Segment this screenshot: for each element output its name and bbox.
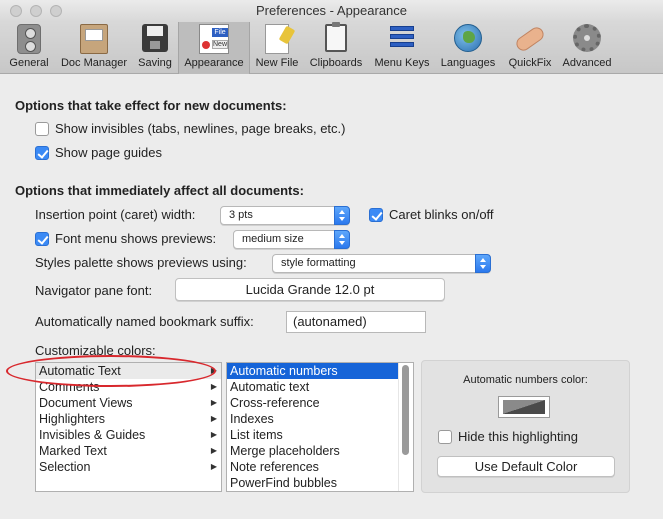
navigator-font-button[interactable]: Lucida Grande 12.0 pt — [175, 278, 445, 301]
chevron-right-icon: ▶ — [210, 430, 217, 439]
styles-palette-value: style formatting — [281, 257, 356, 269]
toolbar-saving[interactable]: Saving — [133, 22, 177, 74]
new-docs-section-title: Options that take effect for new documen… — [15, 98, 287, 113]
hide-highlighting-checkbox[interactable] — [438, 429, 452, 444]
color-swatch[interactable] — [498, 396, 550, 418]
popup-arrows-icon — [334, 206, 350, 225]
toolbar-label: Saving — [138, 57, 172, 69]
chevron-right-icon: ▶ — [210, 446, 217, 455]
show-invisibles-checkbox[interactable] — [35, 121, 49, 136]
appearance-icon-label-top: File — [212, 28, 228, 37]
navigator-font-label: Navigator pane font: — [35, 283, 153, 298]
window-title: Preferences - Appearance — [255, 3, 408, 18]
caret-blinks-label: Caret blinks on/off — [389, 207, 494, 222]
toolbar-label: Languages — [440, 57, 496, 69]
toolbar-label: Appearance — [184, 57, 244, 69]
hide-highlighting-row[interactable]: Hide this highlighting — [438, 429, 578, 444]
color-settings-panel: Automatic numbers color: Hide this highl… — [421, 360, 630, 493]
title-bar: Preferences - Appearance — [0, 0, 663, 22]
saving-icon — [142, 24, 168, 52]
toolbar-advanced[interactable]: Advanced — [558, 22, 616, 74]
font-previews-checkbox[interactable] — [35, 231, 49, 246]
toolbar-label: General — [9, 57, 49, 69]
bandage-icon — [513, 24, 547, 54]
color-label: Automatic numbers color: — [463, 374, 588, 386]
chevron-right-icon: ▶ — [210, 414, 217, 423]
all-docs-section-title: Options that immediately affect all docu… — [15, 183, 304, 198]
list-item[interactable]: Cross-reference — [227, 395, 413, 411]
globe-icon — [454, 24, 482, 52]
list-item[interactable]: Indexes — [227, 411, 413, 427]
font-previews-label: Font menu shows previews: — [55, 231, 217, 246]
toolbar-label: Doc Manager — [60, 57, 128, 69]
new-file-icon — [265, 24, 289, 54]
doc-manager-icon — [80, 24, 108, 54]
general-icon — [17, 24, 41, 54]
toolbar-label: Advanced — [562, 57, 612, 69]
toolbar-menu-keys[interactable]: Menu Keys — [370, 22, 434, 74]
preferences-toolbar: General Doc Manager Saving File New Appe… — [0, 22, 663, 74]
toolbar-languages[interactable]: Languages — [436, 22, 500, 74]
font-previews-value: medium size — [242, 233, 304, 245]
caret-width-value: 3 pts — [229, 209, 253, 221]
list-item[interactable]: Automatic numbers — [227, 363, 413, 379]
list-item[interactable]: Invisibles & Guides ▶ — [36, 427, 221, 443]
toolbar-label: Clipboards — [309, 57, 363, 69]
highlight-annotation — [6, 355, 216, 387]
chevron-right-icon: ▶ — [210, 462, 217, 471]
caret-blinks-row[interactable]: Caret blinks on/off — [369, 207, 494, 222]
bookmark-suffix-field[interactable]: (autonamed) — [286, 311, 426, 333]
popup-arrows-icon — [475, 254, 491, 273]
toolbar-label: Menu Keys — [374, 57, 430, 69]
color-items-scrollbar[interactable] — [398, 363, 413, 491]
list-item[interactable]: Merge placeholders — [227, 443, 413, 459]
caret-width-label: Insertion point (caret) width: — [35, 207, 196, 222]
preferences-window: Preferences - Appearance General Doc Man… — [0, 0, 663, 519]
scroll-thumb[interactable] — [402, 365, 409, 455]
appearance-icon-label-bottom: New — [212, 40, 228, 49]
color-items-list[interactable]: Automatic numbers Automatic text Cross-r… — [226, 362, 414, 492]
toolbar-general[interactable]: General — [4, 22, 54, 74]
show-invisibles-label: Show invisibles (tabs, newlines, page br… — [55, 121, 346, 136]
gear-icon — [573, 24, 601, 52]
font-previews-row[interactable]: Font menu shows previews: — [35, 231, 216, 246]
hide-highlighting-label: Hide this highlighting — [458, 429, 578, 444]
caret-width-popup[interactable]: 3 pts — [220, 206, 350, 225]
caret-blinks-checkbox[interactable] — [369, 207, 383, 222]
toolbar-label: QuickFix — [508, 57, 552, 69]
list-item[interactable]: Marked Text ▶ — [36, 443, 221, 459]
show-page-guides-row[interactable]: Show page guides — [35, 145, 162, 160]
menu-keys-icon — [388, 24, 416, 52]
clipboard-icon — [325, 22, 347, 52]
toolbar-quickfix[interactable]: QuickFix — [502, 22, 558, 74]
show-invisibles-row[interactable]: Show invisibles (tabs, newlines, page br… — [35, 121, 345, 136]
list-item[interactable]: Selection ▶ — [36, 459, 221, 475]
show-page-guides-checkbox[interactable] — [35, 145, 49, 160]
bookmark-suffix-label: Automatically named bookmark suffix: — [35, 314, 254, 329]
chevron-right-icon: ▶ — [210, 398, 217, 407]
list-item[interactable]: PowerFind bubbles — [227, 475, 413, 491]
font-previews-popup[interactable]: medium size — [233, 230, 350, 249]
toolbar-doc-manager[interactable]: Doc Manager — [56, 22, 132, 74]
toolbar-label: New File — [255, 57, 299, 69]
appearance-icon: File New — [199, 24, 229, 54]
styles-palette-label: Styles palette shows previews using: — [35, 255, 247, 270]
list-item[interactable]: Note references — [227, 459, 413, 475]
toolbar-appearance[interactable]: File New Appearance — [178, 22, 250, 74]
list-item[interactable]: Document Views ▶ — [36, 395, 221, 411]
show-page-guides-label: Show page guides — [55, 145, 162, 160]
list-item[interactable]: Automatic text — [227, 379, 413, 395]
list-item[interactable]: Highlighters ▶ — [36, 411, 221, 427]
toolbar-new-file[interactable]: New File — [251, 22, 303, 74]
styles-palette-popup[interactable]: style formatting — [272, 254, 491, 273]
popup-arrows-icon — [334, 230, 350, 249]
use-default-color-button[interactable]: Use Default Color — [437, 456, 615, 477]
list-item[interactable]: List items — [227, 427, 413, 443]
chevron-right-icon: ▶ — [210, 382, 217, 391]
toolbar-clipboards[interactable]: Clipboards — [305, 22, 367, 74]
